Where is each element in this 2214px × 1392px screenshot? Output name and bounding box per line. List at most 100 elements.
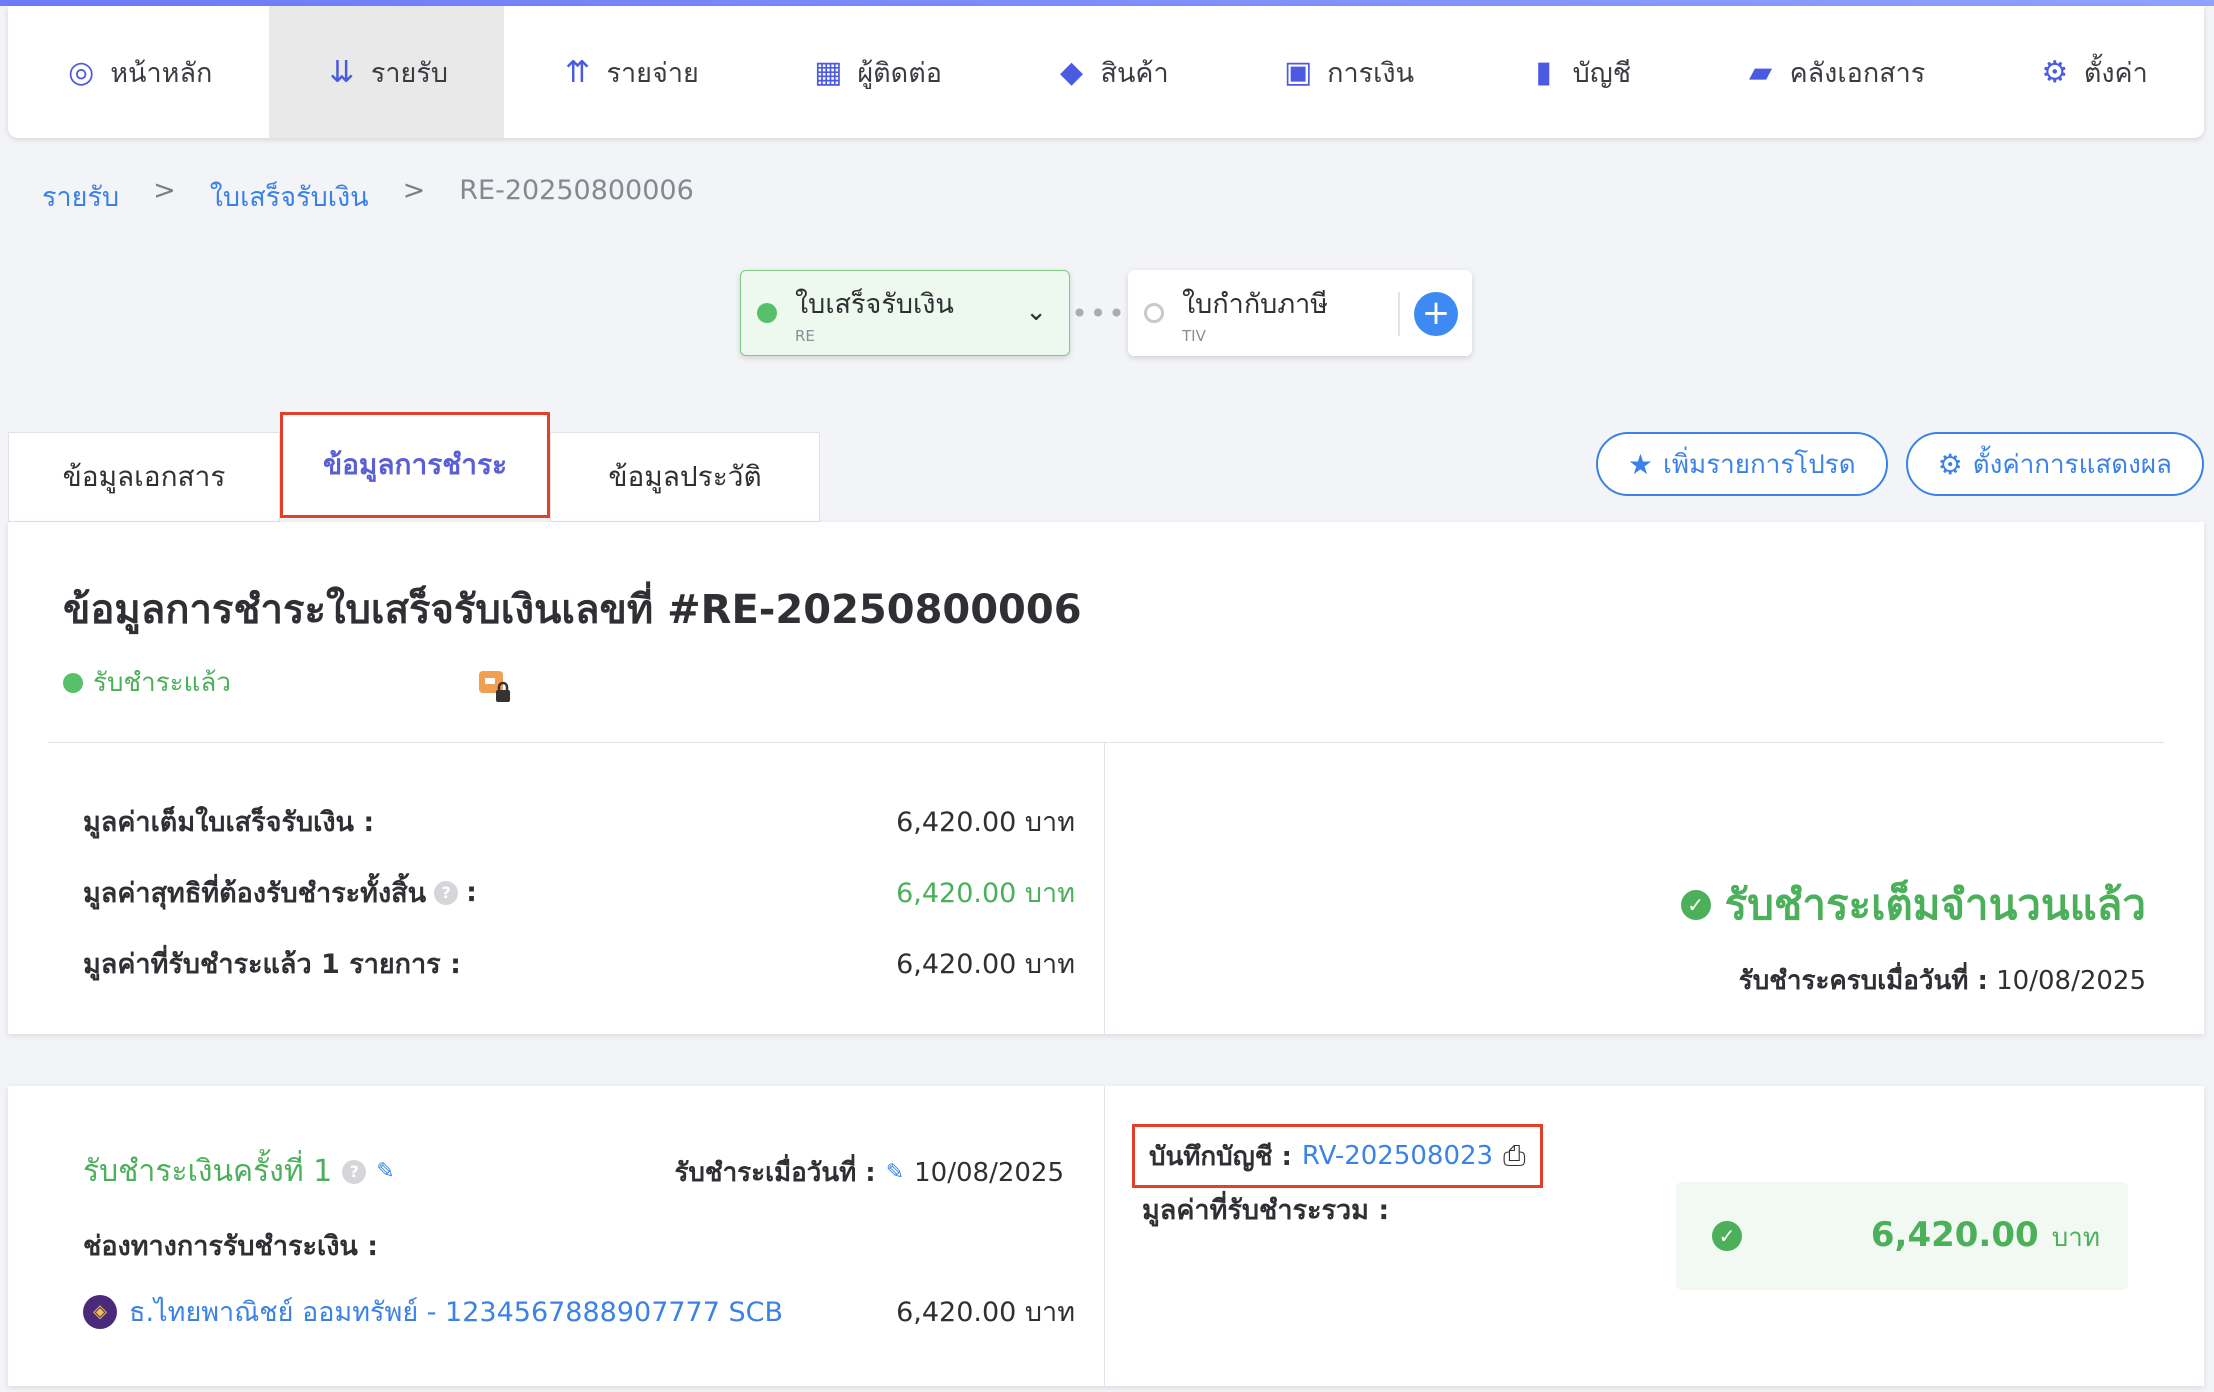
nav-label: การเงิน [1327,57,1415,89]
accounting-record-link[interactable]: RV-202508023 [1302,1141,1493,1171]
nav-label: บัญชี [1572,57,1632,89]
payment-date-label: รับชำระเมื่อวันที่ : [674,1158,876,1188]
bank-amount: 6,420.00 บาท [896,1297,1075,1328]
status-text: รับชำระแล้ว [93,668,231,698]
check-circle-icon: ✓ [1680,890,1711,920]
edit-pencil-icon[interactable]: ✎ [886,1160,904,1185]
paid-date: รับชำระครบเมื่อวันที่ : 10/08/2025 [1739,960,2146,1001]
scb-bank-logo-icon: ◈ [83,1294,117,1329]
tab-payment-info[interactable]: ข้อมูลการชำระ [280,412,550,518]
divider [1104,1086,1105,1386]
bank-account-link[interactable]: ◈ ธ.ไทยพาณิชย์ ออมทรัพย์ - 1234567888907… [83,1290,783,1333]
flow-code: TIV [1182,326,1206,345]
row-label-suffix: : [466,877,477,908]
contacts-icon: ▦ [814,54,843,90]
nav-item-settings[interactable]: ⚙ ตั้งค่า [1982,6,2204,138]
help-icon[interactable]: ? [342,1159,367,1184]
dashboard-icon: ◎ [68,54,95,90]
divider [1104,742,1105,1034]
flow-code: RE [795,326,815,345]
ledger-icon: ▮ [1535,54,1552,90]
bank-row: ◈ ธ.ไทยพาณิชย์ ออมทรัพย์ - 1234567888907… [83,1290,1075,1333]
breadcrumb-current: RE-20250800006 [459,175,694,206]
expense-icon: ⇈ [564,54,591,90]
star-icon: ★ [1627,447,1654,481]
channel-label: ช่องทางการรับชำระเงิน : [83,1231,379,1262]
nav-label: ตั้งค่า [2083,57,2148,89]
help-icon[interactable]: ? [434,880,459,905]
breadcrumb: รายรับ > ใบเสร็จรับเงิน > RE-20250800006 [42,175,694,218]
folder-icon: ▰ [1749,54,1773,90]
nav-label: รายรับ [370,57,448,89]
tab-document-info[interactable]: ข้อมูลเอกสาร [8,432,280,522]
full-payment-text: รับชำระเต็มจำนวนแล้ว [1724,880,2146,929]
row-label-group: มูลค่าสุทธิที่ต้องรับชำระทั้งสิ้น ? : [83,871,477,914]
nav-item-expense[interactable]: ⇈ รายจ่าย [504,6,755,138]
breadcrumb-receipts[interactable]: ใบเสร็จรับเงิน [210,175,369,218]
nav-label: ผู้ติดต่อ [857,57,942,89]
divider [48,742,2164,743]
breadcrumb-separator: > [153,175,176,206]
nav-item-income[interactable]: ⇊ รายรับ [268,6,505,138]
nav-item-contacts[interactable]: ▦ ผู้ติดต่อ [755,6,998,138]
total-received-amount: 6,420.00 [1870,1214,2039,1255]
breadcrumb-income[interactable]: รายรับ [42,175,119,218]
total-received-unit: บาท [2051,1222,2100,1253]
row-value: 6,420.00 บาท [896,878,1075,909]
status-dot [1144,303,1164,323]
nav-item-accounting[interactable]: ▮ บัญชี [1470,6,1687,138]
summary-row: มูลค่าที่รับชำระแล้ว 1 รายการ : 6,420.00… [83,942,1075,985]
row-label: มูลค่าที่รับชำระแล้ว 1 รายการ : [83,949,461,980]
display-settings-button[interactable]: ⚙ ตั้งค่าการแสดงผล [1905,432,2204,496]
payment-date-value: 10/08/2025 [914,1157,1064,1188]
nav-item-documents[interactable]: ▰ คลังเอกสาร [1687,6,1981,138]
nav-item-home[interactable]: ◎ หน้าหลัก [8,6,269,138]
page-title: ข้อมูลการชำระใบเสร็จรับเงินเลขที่ #RE-20… [63,587,1082,633]
nav-item-finance[interactable]: ▣ การเงิน [1225,6,1470,138]
check-circle-icon: ✓ [1712,1221,1742,1251]
product-box-icon: ◆ [1059,54,1084,90]
nav-label: คลังเอกสาร [1789,57,1926,89]
tab-bar: ข้อมูลเอกสาร ข้อมูลการชำระ ข้อมูลประวัติ [8,412,820,522]
flow-card-receipt[interactable]: ใบเสร็จรับเงิน RE ⌄ [740,270,1070,356]
income-icon: ⇊ [329,54,355,90]
printer-icon[interactable]: ⎙ [1503,1139,1525,1173]
row-value: 6,420.00 บาท [896,807,1075,838]
nav-label: สินค้า [1100,57,1169,89]
row-label: มูลค่าสุทธิที่ต้องรับชำระทั้งสิ้น [83,878,427,909]
button-label: เพิ่มรายการโปรด [1663,449,1856,480]
chevron-down-icon[interactable]: ⌄ [1025,297,1047,327]
summary-row: มูลค่าเต็มใบเสร็จรับเงิน : 6,420.00 บาท [83,800,1075,843]
locked-document-icon [479,671,510,702]
flow-card-tax-invoice[interactable]: ใบกำกับภาษี TIV + [1128,270,1472,356]
payment-date: รับชำระเมื่อวันที่ : ✎ 10/08/2025 [674,1152,1064,1193]
flow-title: ใบกำกับภาษี [1182,288,1329,320]
payment-title: รับชำระเงินครั้งที่ 1 ? ✎ [83,1148,395,1195]
accounting-record-label: บันทึกบัญชี : [1149,1141,1292,1172]
payment-detail-card: รับชำระเงินครั้งที่ 1 ? ✎ รับชำระเมื่อวั… [8,1086,2204,1386]
page-actions: ★ เพิ่มรายการโปรด ⚙ ตั้งค่าการแสดงผล [1595,432,2204,496]
edit-pencil-icon[interactable]: ✎ [376,1159,394,1184]
row-value: 6,420.00 บาท [896,949,1075,980]
nav-item-products[interactable]: ◆ สินค้า [998,6,1225,138]
status-dot [757,303,777,323]
document-flow: ใบเสร็จรับเงิน RE ⌄ ••• ใบกำกับภาษี TIV … [740,270,1472,356]
flow-title: ใบเสร็จรับเงิน [795,288,954,320]
status-badge: รับชำระแล้ว [63,662,231,703]
gear-icon: ⚙ [1937,447,1963,481]
paid-date-label: รับชำระครบเมื่อวันที่ : [1738,966,1988,996]
total-received-label: มูลค่าที่รับชำระรวม : [1142,1195,1390,1226]
payment-summary-card: ข้อมูลการชำระใบเสร็จรับเงินเลขที่ #RE-20… [8,522,2204,1034]
button-label: ตั้งค่าการแสดงผล [1972,449,2172,480]
add-favorite-button[interactable]: ★ เพิ่มรายการโปรด [1595,432,1888,496]
tab-history[interactable]: ข้อมูลประวัติ [550,432,820,522]
nav-label: หน้าหลัก [110,57,213,89]
bank-account-text: ธ.ไทยพาณิชย์ ออมทรัพย์ - 123456788890777… [129,1297,783,1328]
breadcrumb-separator: > [402,175,426,206]
row-label: มูลค่าเต็มใบเสร็จรับเงิน : [83,807,375,838]
accounting-record: บันทึกบัญชี : RV-202508023 ⎙ [1132,1124,1543,1188]
paid-date-value: 10/08/2025 [1996,966,2146,996]
payment-title-text: รับชำระเงินครั้งที่ 1 [83,1154,333,1189]
add-icon[interactable]: + [1414,292,1458,336]
money-icon: ▣ [1283,54,1313,90]
